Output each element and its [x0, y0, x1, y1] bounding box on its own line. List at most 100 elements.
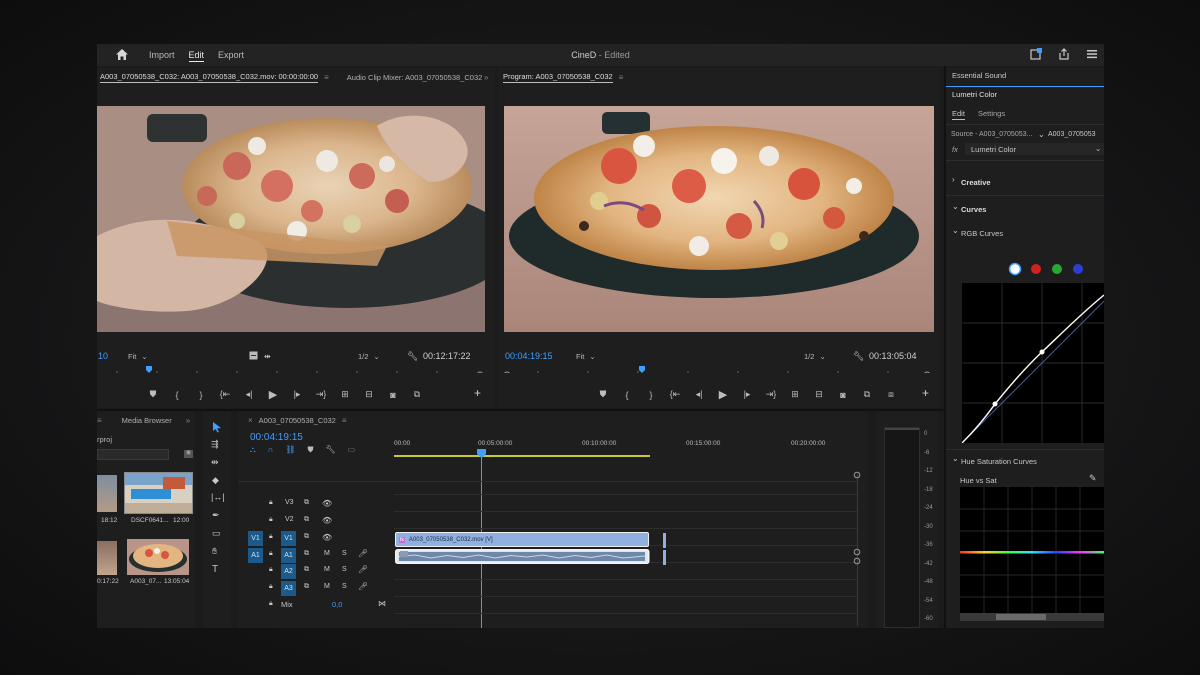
linked-selection-icon[interactable]: ⛓︎	[285, 445, 295, 455]
program-resolution-dropdown[interactable]: 1/2 ⌄	[804, 352, 826, 361]
selection-tool-icon[interactable]	[211, 421, 223, 433]
export-frame-icon[interactable]: ◙	[831, 390, 855, 400]
add-marker-icon[interactable]: ⛊	[308, 445, 314, 455]
curve-control-point[interactable]	[1039, 349, 1045, 355]
clip-item-selected[interactable]	[124, 472, 193, 514]
mute-button[interactable]: M	[324, 566, 330, 573]
scroll-handle-icon[interactable]	[853, 548, 861, 556]
tab-audio-clip-mixer[interactable]: Audio Clip Mixer: A003_07050538_C032	[347, 73, 483, 82]
mute-button[interactable]: M	[324, 583, 330, 590]
program-timecode[interactable]: 00:04:19:15	[505, 351, 553, 361]
settings-wrench-icon[interactable]: 🔧︎	[326, 445, 336, 455]
time-ruler[interactable]: 00:00 00:05:00:00 00:10:00:00 00:15:00:0…	[394, 435, 864, 457]
nest-icon[interactable]: ⛬	[250, 445, 256, 455]
track-target-a2[interactable]: A2	[281, 564, 296, 579]
hue-vs-sat-graph[interactable]	[960, 487, 1104, 621]
track-target-v1[interactable]: V1	[281, 531, 296, 546]
source-patch-a1[interactable]: A1	[248, 548, 263, 563]
microphone-icon[interactable]: 🎤︎	[358, 565, 368, 574]
scroll-handle-icon[interactable]	[853, 471, 861, 479]
ripple-edit-tool-icon[interactable]: ⇹	[211, 457, 219, 468]
clip-thumbnail[interactable]	[97, 475, 117, 512]
eye-icon[interactable]: 👁︎	[322, 533, 332, 542]
chevron-down-icon[interactable]: ⌄	[952, 202, 959, 211]
play-icon[interactable]: ▶	[261, 388, 285, 401]
sync-lock-icon[interactable]: ⧉	[304, 583, 309, 591]
step-back-icon[interactable]: ◂|	[687, 389, 711, 400]
type-tool-icon[interactable]: T	[212, 564, 218, 575]
comparison-view-icon[interactable]: ⧉	[855, 389, 879, 400]
clip-fragment[interactable]	[663, 533, 666, 548]
rectangle-tool-icon[interactable]: ▭	[212, 528, 221, 539]
effect-dropdown[interactable]: Lumetri Color ⌄	[965, 143, 1104, 155]
chevron-down-icon[interactable]: ⌄	[1038, 130, 1045, 139]
clip-item[interactable]	[127, 539, 189, 575]
chevron-down-icon[interactable]: ⌄	[952, 454, 959, 463]
track-lock-icon[interactable]: 🔒︎	[269, 566, 273, 574]
sync-lock-icon[interactable]: ⧉	[304, 516, 309, 524]
razor-tool-icon[interactable]: ◆	[212, 475, 219, 486]
sync-lock-icon[interactable]: ⧉	[304, 550, 309, 558]
track-lock-icon[interactable]: 🔒︎	[269, 499, 273, 507]
insert-overwrite-icon[interactable]: ⇹	[264, 352, 271, 361]
lift-icon[interactable]: ⊞	[783, 389, 807, 400]
insert-icon[interactable]: ⊞	[333, 389, 357, 400]
track-lock-icon[interactable]: 🔒︎	[269, 516, 273, 524]
tab-source[interactable]: A003_07050538_C032: A003_07050538_C032.m…	[100, 72, 319, 83]
channel-dot[interactable]	[1008, 262, 1022, 276]
audio-clip[interactable]	[395, 549, 650, 564]
solo-button[interactable]: S	[342, 566, 347, 573]
channel-dot[interactable]	[1052, 264, 1062, 274]
close-icon[interactable]: ×	[248, 416, 253, 425]
quick-export-icon[interactable]	[1030, 48, 1042, 60]
track-lock-icon[interactable]: 🔒︎	[269, 600, 273, 608]
sequence-menu-icon[interactable]: ≡	[342, 416, 347, 425]
pen-tool-icon[interactable]: ✒	[212, 510, 220, 521]
source-fit-dropdown[interactable]: Fit ⌄	[128, 352, 148, 361]
track-target-a3[interactable]: A3	[281, 581, 296, 596]
hand-tool-icon[interactable]: ✋︎	[212, 546, 217, 557]
track-lock-icon[interactable]: 🔒︎	[269, 583, 273, 591]
wrench-icon[interactable]: 🔧︎	[853, 351, 864, 362]
add-marker-icon[interactable]: ⛊	[141, 389, 165, 400]
mix-collapse-icon[interactable]: ⋈	[378, 599, 386, 608]
project-search-input[interactable]	[97, 449, 169, 460]
hue-sat-curves-label[interactable]: Hue Saturation Curves	[961, 457, 1037, 466]
step-forward-icon[interactable]: |▸	[735, 389, 759, 400]
snap-icon[interactable]: ∩	[268, 445, 274, 455]
source-resolution-dropdown[interactable]: 1/2 ⌄	[358, 352, 380, 361]
clip-thumbnail[interactable]	[97, 541, 117, 575]
track-lock-icon[interactable]: 🔒︎	[269, 533, 273, 541]
new-bin-icon[interactable]: ⊞	[184, 450, 193, 458]
microphone-icon[interactable]: 🎤︎	[358, 582, 368, 591]
chevron-down-icon[interactable]: ⌄	[952, 226, 959, 235]
video-clip[interactable]: fx A003_07050538_C032.mov [V]	[395, 532, 649, 547]
go-to-in-icon[interactable]: {⇤	[213, 389, 237, 400]
track-select-tool-icon[interactable]: ⇶	[211, 439, 219, 450]
tab-sequence[interactable]: A003_07050538_C032	[259, 416, 336, 425]
extract-icon[interactable]: ⊟	[807, 389, 831, 400]
eyedropper-icon[interactable]: ✎	[1089, 473, 1097, 484]
section-curves[interactable]: Curves	[961, 205, 986, 214]
track-lock-icon[interactable]: 🔒︎	[269, 550, 273, 558]
source-scrubber[interactable]	[97, 365, 495, 373]
add-marker-icon[interactable]: ⛊	[591, 389, 615, 400]
source-menu-icon[interactable]: ≡	[324, 73, 329, 82]
rgb-curve-graph[interactable]	[962, 283, 1104, 443]
mark-out-icon[interactable]: }	[639, 390, 663, 400]
go-to-out-icon[interactable]: ⇥}	[759, 389, 783, 400]
scroll-handle-icon[interactable]	[853, 557, 861, 565]
project-menu-icon[interactable]: ≡	[97, 416, 102, 425]
program-menu-icon[interactable]: ≡	[619, 73, 624, 82]
captions-icon[interactable]: ▭	[348, 445, 356, 455]
safe-margins-icon[interactable]	[249, 351, 258, 360]
sequence-clip-link[interactable]: A003_0705053	[1048, 131, 1096, 138]
mix-value[interactable]: 0,0	[332, 600, 342, 609]
tab-lumetri-edit[interactable]: Edit	[952, 109, 965, 120]
section-creative[interactable]: Creative	[961, 178, 991, 187]
source-timecode[interactable]: 10	[98, 351, 108, 361]
mark-in-icon[interactable]: {	[165, 390, 189, 400]
more-tabs-icon[interactable]: »	[186, 416, 190, 425]
go-to-out-icon[interactable]: ⇥}	[309, 389, 333, 400]
sync-lock-icon[interactable]: ⧉	[304, 499, 309, 507]
